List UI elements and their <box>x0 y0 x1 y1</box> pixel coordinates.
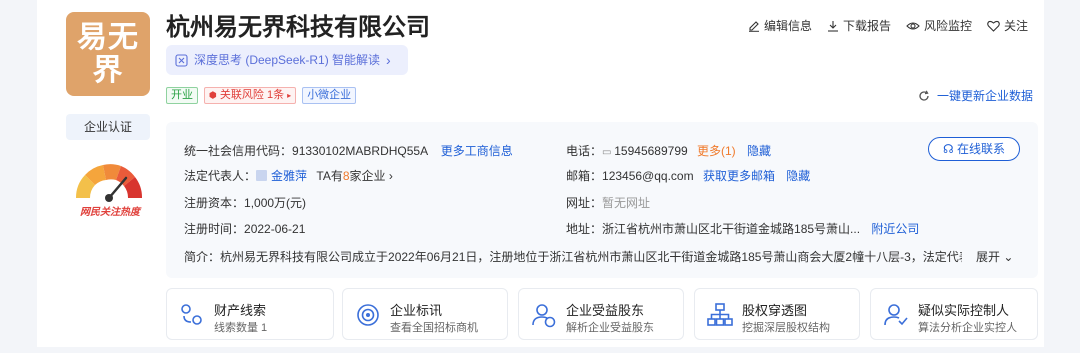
download-icon <box>828 20 839 32</box>
update-data-button[interactable]: 一键更新企业数据 <box>918 87 1033 104</box>
expand-button[interactable]: 展开 ⌄ <box>962 248 1014 265</box>
address-value: 浙江省杭州市萧山区北干街道金城路185号萧山... <box>602 222 861 236</box>
feature-card-shareholders[interactable]: 企业受益股东 解析企业受益股东 <box>518 288 684 340</box>
intro-row: 简介：杭州易无界科技有限公司成立于2022年06月21日，注册地位于浙江省杭州市… <box>184 248 1024 265</box>
follow-button[interactable]: 关注 <box>987 17 1028 34</box>
risk-badge[interactable]: ⬢ 关联风险 1条 ▸ <box>204 87 297 104</box>
page-background-bottom <box>0 347 1080 353</box>
heart-icon <box>987 20 1000 32</box>
feature-card-controller[interactable]: 疑似实际控制人 算法分析企业实控人 <box>870 288 1038 340</box>
nearby-companies-link[interactable]: 附近公司 <box>871 222 919 236</box>
ta-suffix: 家企业 › <box>349 169 393 183</box>
address-label: 地址： <box>566 222 603 236</box>
follow-label: 关注 <box>1004 19 1029 33</box>
download-report-label: 下载报告 <box>843 19 892 33</box>
hide-email-link[interactable]: 隐藏 <box>786 169 810 183</box>
legal-rep-row: 法定代表人： 金雅萍 TA有8家企业 › <box>184 167 393 184</box>
feature-title: 企业受益股东 <box>566 303 645 318</box>
org-chart-icon <box>707 303 733 326</box>
capital-value: 1,000万(元) <box>244 196 307 210</box>
email-label: 邮箱： <box>566 169 603 183</box>
phone-icon: ▭ <box>602 147 615 158</box>
website-label: 网址： <box>566 196 603 210</box>
risk-monitor-label: 风险监控 <box>924 19 973 33</box>
shareholder-icon <box>532 304 556 328</box>
eye-icon <box>906 21 920 30</box>
controller-icon <box>884 304 908 326</box>
reg-date-value: 2022-06-21 <box>244 222 306 236</box>
edit-info-button[interactable]: 编辑信息 <box>748 17 812 34</box>
feature-subtitle: 算法分析企业实控人 <box>918 322 1017 334</box>
credit-code-label: 统一社会信用代码： <box>184 144 293 158</box>
feature-card-tenders[interactable]: 企业标讯 查看全国招标商机 <box>342 288 508 340</box>
chevron-right-icon: › <box>386 52 391 68</box>
ai-insight-banner[interactable]: 深度思考 (DeepSeek-R1) 智能解读 › <box>166 45 408 75</box>
credit-code-row: 统一社会信用代码：91330102MABRDHQ55A 更多工商信息 <box>184 142 513 159</box>
address-row: 地址：浙江省杭州市萧山区北干街道金城路185号萧山... 附近公司 <box>566 220 919 237</box>
phone-row: 电话：▭ 15945689799 更多(1) 隐藏 <box>566 142 771 159</box>
feature-title: 财产线索 <box>214 303 267 318</box>
feature-subtitle: 解析企业受益股东 <box>566 322 654 334</box>
intro-label: 简介： <box>184 250 221 264</box>
company-name: 杭州易无界科技有限公司 <box>166 14 430 41</box>
online-contact-button[interactable]: ☊ 在线联系 <box>928 137 1020 161</box>
legal-rep-label: 法定代表人： <box>184 169 257 183</box>
feature-subtitle: 挖掘深层股权结构 <box>742 322 830 334</box>
risk-badge-label: 关联风险 1条 <box>219 89 285 101</box>
heat-gauge-icon <box>75 164 143 202</box>
risk-monitor-button[interactable]: 风险监控 <box>906 17 972 34</box>
more-emails-link[interactable]: 获取更多邮箱 <box>703 169 775 183</box>
shield-icon: ⬢ <box>209 90 217 100</box>
website-value: 暂无网址 <box>602 196 651 210</box>
edit-info-label: 编辑信息 <box>764 19 813 33</box>
feature-title: 股权穿透图 <box>742 303 808 318</box>
feature-card-property[interactable]: 财产线索 线索数量 1 <box>166 288 334 340</box>
phone-label: 电话： <box>566 144 603 158</box>
legal-rep-link[interactable]: 金雅萍 <box>271 169 307 183</box>
feature-title: 疑似实际控制人 <box>918 303 1010 318</box>
company-logo: 易无界 <box>66 12 150 96</box>
online-contact-label: 在线联系 <box>957 142 1006 156</box>
caret-right-icon: ▸ <box>287 91 292 100</box>
more-business-info-link[interactable]: 更多工商信息 <box>441 144 513 158</box>
update-data-label: 一键更新企业数据 <box>937 89 1034 103</box>
refresh-icon <box>919 89 929 101</box>
credit-code-value: 91330102MABRDHQ55A <box>292 144 428 158</box>
ta-companies-link[interactable]: TA有8家企业 › <box>316 169 392 183</box>
target-icon <box>357 304 379 326</box>
ta-count: 8 <box>342 169 350 183</box>
edit-icon <box>749 20 759 32</box>
feature-card-equity-chart[interactable]: 股权穿透图 挖掘深层股权结构 <box>694 288 860 340</box>
page-background-left <box>0 0 37 353</box>
feature-subtitle: 线索数量 1 <box>214 322 268 334</box>
intro-text: 杭州易无界科技有限公司成立于2022年06月21日，注册地位于浙江省杭州市萧山区… <box>220 250 971 264</box>
feature-title: 企业标讯 <box>390 303 443 318</box>
capital-label: 注册资本： <box>184 196 245 210</box>
ai-icon <box>175 53 188 67</box>
status-badge: 开业 <box>166 87 198 104</box>
heat-label: 网民关注热度 <box>80 207 140 218</box>
header-actions: 编辑信息 下载报告 风险监控 关注 <box>748 17 1028 34</box>
property-clue-icon <box>181 304 202 325</box>
page-background-right <box>1044 0 1080 353</box>
status-tags: 开业 ⬢ 关联风险 1条 ▸ 小微企业 <box>166 87 357 104</box>
expand-label: 展开 ⌄ <box>976 250 1014 264</box>
email-row: 邮箱：123456@qq.com 获取更多邮箱 隐藏 <box>566 167 810 184</box>
website-row: 网址：暂无网址 <box>566 194 650 211</box>
certification-button[interactable]: 企业认证 <box>66 114 150 140</box>
headset-icon: ☊ <box>942 142 954 156</box>
phone-value: 15945689799 <box>614 144 688 158</box>
ai-insight-label: 深度思考 (DeepSeek-R1) 智能解读 <box>194 53 381 67</box>
hide-phone-link[interactable]: 隐藏 <box>747 144 771 158</box>
size-badge: 小微企业 <box>302 87 357 104</box>
feature-subtitle: 查看全国招标商机 <box>390 322 478 334</box>
capital-row: 注册资本：1,000万(元) <box>184 194 306 211</box>
ta-prefix: TA有 <box>316 169 343 183</box>
more-phones-link[interactable]: 更多(1) <box>697 144 736 158</box>
download-report-button[interactable]: 下载报告 <box>827 17 891 34</box>
reg-date-row: 注册时间：2022-06-21 <box>184 220 305 237</box>
email-value: 123456@qq.com <box>602 169 694 183</box>
reg-date-label: 注册时间： <box>184 222 245 236</box>
person-icon <box>256 170 268 181</box>
